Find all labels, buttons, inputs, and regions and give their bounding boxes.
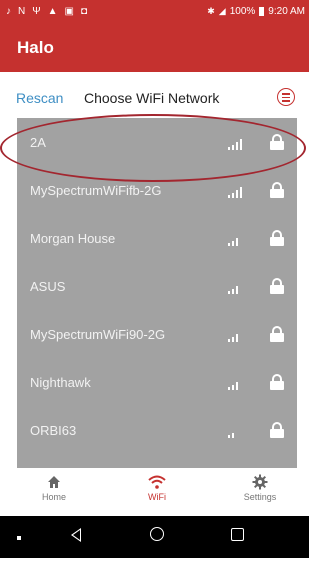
tab-wifi[interactable]: WiFi (127, 472, 187, 502)
clock: 9:20 AM (268, 5, 305, 17)
network-name: ASUS (30, 279, 66, 294)
usb-icon: Ψ (32, 5, 41, 17)
wifi-signal-icon (228, 282, 246, 294)
n-icon: N (18, 5, 26, 17)
network-name: Morgan House (30, 231, 116, 246)
nav-dot-icon (17, 536, 21, 540)
network-row[interactable]: ORBI63 (17, 406, 297, 454)
warning-icon: ▲ (47, 5, 58, 17)
network-row[interactable]: MySpectrumWiFi90-2G (17, 310, 297, 358)
wifi-signal-icon (228, 378, 246, 390)
bottom-tab-bar: Home WiFi Settings (0, 468, 309, 516)
bluetooth-icon: ✱ (207, 5, 215, 16)
system-nav-bar (0, 516, 309, 558)
image-icon: ▣ (64, 5, 74, 17)
tab-home[interactable]: Home (24, 472, 84, 502)
network-row[interactable]: ASUS (17, 262, 297, 310)
network-name: Nighthawk (30, 375, 91, 390)
annotation-ellipse (0, 114, 306, 182)
notification-icons: ♪ N Ψ ▲ ▣ ◘ (0, 6, 87, 17)
tab-label: WiFi (148, 492, 166, 502)
recents-icon[interactable] (231, 528, 244, 541)
lock-icon (270, 182, 284, 198)
network-row[interactable]: Morgan House (17, 214, 297, 262)
lock-icon (270, 374, 284, 390)
notification-icon: ◘ (80, 5, 87, 17)
wifi-signal-icon (228, 330, 246, 342)
rescan-button[interactable]: Rescan (16, 90, 63, 106)
tab-settings[interactable]: Settings (230, 472, 290, 502)
battery-icon (259, 6, 265, 16)
network-name: MySpectrumWiFifb-2G (30, 183, 162, 198)
menu-icon[interactable] (277, 88, 295, 106)
home-icon (24, 472, 84, 492)
wifi-signal-icon (228, 186, 246, 198)
battery-level: 100% (229, 5, 256, 17)
status-bar: ♪ N Ψ ▲ ▣ ◘ ✱ ◢ 100% 9:20 AM (0, 0, 309, 22)
lock-icon (270, 230, 284, 246)
sub-bar: Rescan Choose WiFi Network (0, 82, 309, 112)
back-icon[interactable] (71, 528, 81, 542)
lock-icon (270, 422, 284, 438)
wifi-icon (127, 472, 187, 492)
app-title: Halo (17, 38, 54, 57)
wifi-signal-icon (228, 426, 246, 438)
wifi-signal-icon (228, 234, 246, 246)
lock-icon (270, 326, 284, 342)
network-name: ORBI63 (30, 423, 77, 438)
network-name: MySpectrumWiFi90-2G (30, 327, 166, 342)
network-row[interactable]: Nighthawk (17, 358, 297, 406)
tab-label: Settings (243, 492, 277, 502)
gear-icon (230, 472, 290, 492)
app-bar: Halo (0, 22, 309, 72)
cell-signal-icon: ◢ (218, 5, 226, 16)
home-circle-icon[interactable] (150, 527, 164, 541)
page-heading: Choose WiFi Network (84, 90, 220, 106)
tab-label: Home (41, 492, 66, 502)
lock-icon (270, 278, 284, 294)
bottom-margin (0, 558, 309, 577)
tiktok-icon: ♪ (6, 5, 11, 17)
